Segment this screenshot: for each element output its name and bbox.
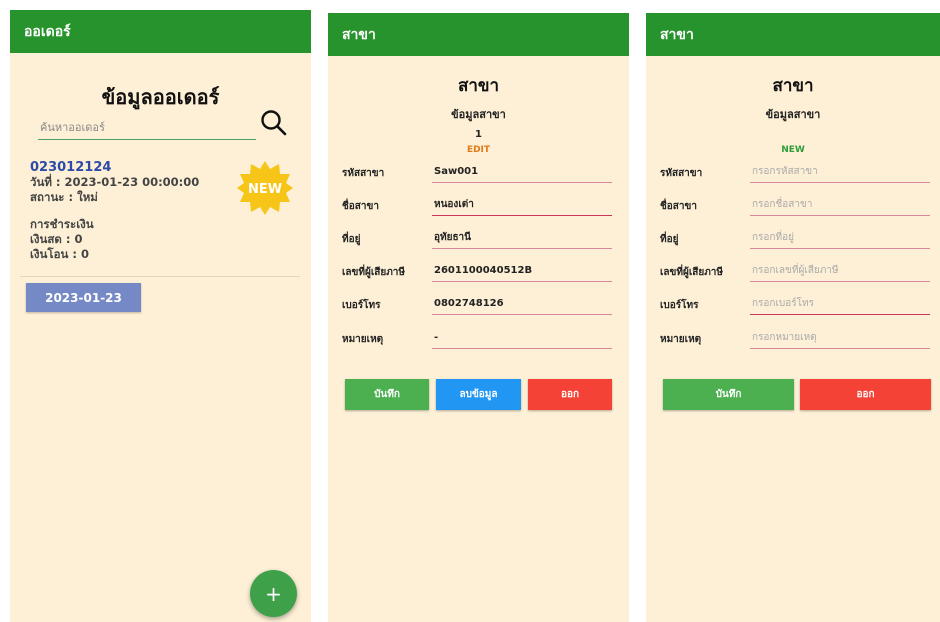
page-subtitle: ข้อมูลสาขา bbox=[451, 108, 506, 121]
transfer-amount: เงินโอน : 0 bbox=[30, 247, 89, 261]
record-id: 1 bbox=[475, 129, 482, 140]
mode-label: NEW bbox=[781, 145, 805, 155]
field-branch-name: ชื่อสาขา กรอกชื่อสาขา bbox=[660, 194, 930, 218]
field-label: ชื่อสาขา bbox=[342, 201, 379, 212]
date-group-button[interactable]: 2023-01-23 bbox=[26, 283, 141, 312]
field-label: ที่อยู่ bbox=[342, 234, 361, 245]
app-bar: สาขา bbox=[646, 13, 940, 56]
plus-icon: + bbox=[265, 581, 282, 606]
field-address: ที่อยู่ กรอกที่อยู่ bbox=[660, 227, 930, 251]
order-list-screen: ออเดอร์ ข้อมูลออเดอร์ 023012124 วันที่ :… bbox=[10, 10, 311, 622]
address-input[interactable]: กรอกที่อยู่ bbox=[750, 227, 930, 249]
field-label: เบอร์โทร bbox=[342, 300, 381, 311]
page-subtitle: ข้อมูลสาขา bbox=[765, 108, 821, 121]
new-badge-icon: NEW bbox=[237, 161, 293, 215]
delete-button[interactable]: ลบข้อมูล bbox=[436, 379, 521, 410]
address-input[interactable]: อุทัยธานี bbox=[432, 227, 612, 249]
field-label: เลขที่ผู้เสียภาษี bbox=[660, 267, 724, 278]
branch-code-input[interactable]: Saw001 bbox=[432, 161, 612, 183]
app-bar-title: ออเดอร์ bbox=[24, 23, 71, 40]
field-label: ชื่อสาขา bbox=[660, 201, 697, 212]
tax-id-input[interactable]: 2601100040512B bbox=[432, 260, 612, 282]
phone-input[interactable]: 0802748126 bbox=[432, 293, 612, 315]
field-label: เลขที่ผู้เสียภาษี bbox=[342, 267, 406, 278]
tax-id-input[interactable]: กรอกเลขที่ผู้เสียภาษี bbox=[750, 260, 930, 282]
mode-label: EDIT bbox=[466, 145, 491, 155]
page-title: สาขา bbox=[457, 76, 500, 96]
save-button[interactable]: บันทึก bbox=[345, 379, 429, 410]
new-badge-label: NEW bbox=[248, 182, 282, 197]
field-note: หมายเหตุ กรอกหมายเหตุ bbox=[660, 327, 930, 351]
app-bar: สาขา bbox=[328, 13, 629, 56]
field-address: ที่อยู่ อุทัยธานี bbox=[342, 227, 612, 251]
branch-name-input[interactable]: กรอกชื่อสาขา bbox=[750, 194, 930, 216]
record-id-empty bbox=[646, 129, 940, 141]
app-bar: ออเดอร์ bbox=[10, 10, 311, 53]
field-phone: เบอร์โทร 0802748126 bbox=[342, 293, 612, 317]
note-input[interactable]: กรอกหมายเหตุ bbox=[750, 327, 930, 349]
payment-block: การชำระเงิน เงินสด : 0 เงินโอน : 0 bbox=[30, 217, 300, 262]
branch-new-screen: สาขา สาขา ข้อมูลสาขา NEW รหัสสาขา กรอกรห… bbox=[646, 13, 940, 622]
page-title: สาขา bbox=[772, 76, 814, 96]
field-tax-id: เลขที่ผู้เสียภาษี 2601100040512B bbox=[342, 260, 612, 284]
field-label: หมายเหตุ bbox=[660, 334, 702, 345]
field-branch-name: ชื่อสาขา หนองเต่า bbox=[342, 194, 612, 218]
save-button[interactable]: บันทึก bbox=[663, 379, 794, 410]
field-label: ที่อยู่ bbox=[660, 234, 679, 245]
search-bar bbox=[38, 108, 288, 144]
search-icon[interactable] bbox=[259, 108, 289, 138]
field-branch-code: รหัสสาขา Saw001 bbox=[342, 161, 612, 185]
branch-name-input[interactable]: หนองเต่า bbox=[432, 194, 612, 216]
field-label: รหัสสาขา bbox=[660, 168, 703, 179]
exit-button[interactable]: ออก bbox=[800, 379, 931, 410]
phone-input[interactable]: กรอกเบอร์โทร bbox=[750, 293, 930, 315]
search-input[interactable] bbox=[38, 116, 256, 140]
field-note: หมายเหตุ - bbox=[342, 327, 612, 351]
payment-title: การชำระเงิน bbox=[30, 217, 94, 231]
app-bar-title: สาขา bbox=[342, 26, 376, 43]
field-label: เบอร์โทร bbox=[660, 300, 699, 311]
note-input[interactable]: - bbox=[432, 327, 612, 349]
add-order-button[interactable]: + bbox=[250, 570, 297, 617]
field-tax-id: เลขที่ผู้เสียภาษี กรอกเลขที่ผู้เสียภาษี bbox=[660, 260, 930, 284]
divider bbox=[20, 276, 300, 277]
field-branch-code: รหัสสาขา กรอกรหัสสาขา bbox=[660, 161, 930, 185]
cash-amount: เงินสด : 0 bbox=[30, 232, 83, 246]
field-phone: เบอร์โทร กรอกเบอร์โทร bbox=[660, 293, 930, 317]
field-label: รหัสสาขา bbox=[342, 168, 385, 179]
field-label: หมายเหตุ bbox=[342, 334, 384, 345]
app-bar-title: สาขา bbox=[660, 26, 694, 43]
branch-edit-screen: สาขา สาขา ข้อมูลสาขา 1 EDIT รหัสสาขา Saw… bbox=[328, 13, 629, 622]
exit-button[interactable]: ออก bbox=[528, 379, 612, 410]
branch-code-input[interactable]: กรอกรหัสสาขา bbox=[750, 161, 930, 183]
